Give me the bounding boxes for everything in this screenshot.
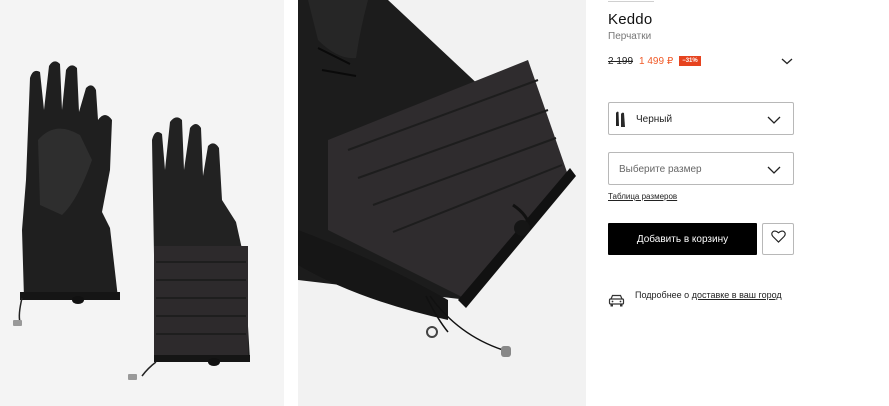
heart-icon — [770, 230, 786, 248]
brand-name[interactable]: Keddo — [608, 11, 652, 28]
product-photo-main[interactable] — [0, 0, 284, 406]
product-info-panel: Keddo Перчатки 2 199 1 499 ₽ −31% Черный… — [608, 0, 798, 406]
old-price: 2 199 — [608, 55, 634, 67]
gloves-pair-illustration — [13, 61, 250, 380]
chevron-down-icon — [767, 163, 781, 175]
price-row: 2 199 1 499 ₽ −31% — [608, 54, 794, 68]
size-select[interactable]: Выберите размер — [608, 152, 794, 185]
delivery-link[interactable]: доставке в ваш город — [692, 290, 782, 300]
color-select[interactable]: Черный — [608, 102, 794, 135]
delivery-prefix: Подробнее о — [635, 290, 692, 300]
product-category: Перчатки — [608, 31, 652, 42]
car-icon — [608, 293, 625, 308]
glove-cuff-detail-illustration — [298, 0, 576, 357]
chevron-down-icon[interactable] — [780, 54, 794, 68]
add-to-cart-button[interactable]: Добавить в корзину — [608, 223, 757, 255]
size-select-placeholder: Выберите размер — [619, 164, 702, 175]
delivery-info: Подробнее о доставке в ваш город — [635, 289, 785, 301]
color-swatch-thumbnail — [615, 110, 629, 128]
top-divider — [608, 0, 654, 2]
product-photo-detail[interactable] — [298, 0, 586, 406]
color-select-value: Черный — [636, 114, 673, 125]
favorite-button[interactable] — [762, 223, 794, 255]
new-price: 1 499 ₽ — [639, 55, 674, 67]
chevron-down-icon — [767, 113, 781, 125]
size-table-link[interactable]: Таблица размеров — [608, 192, 677, 201]
discount-badge: −31% — [679, 56, 701, 66]
